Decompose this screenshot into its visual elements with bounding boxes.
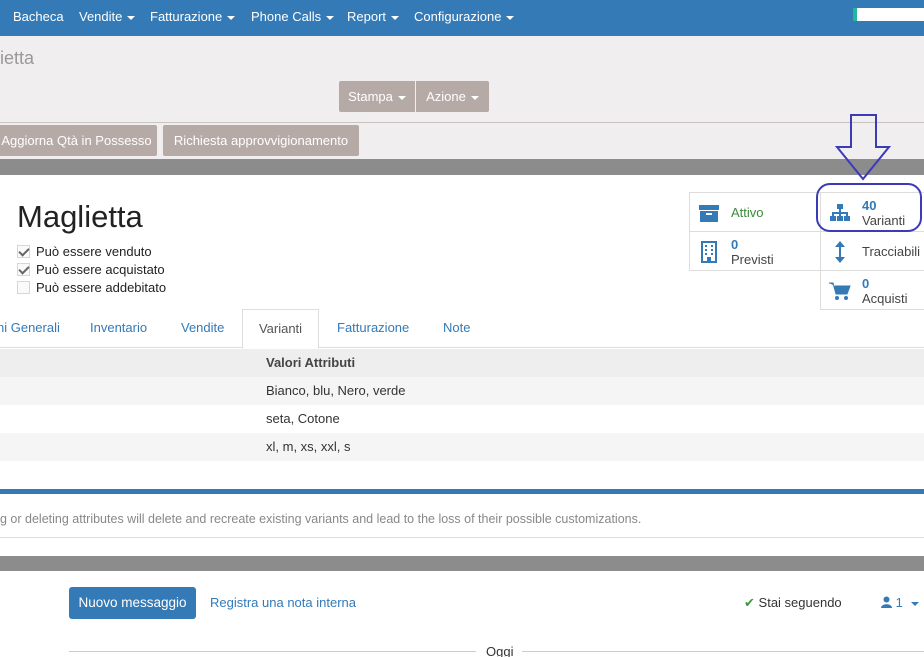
caret-down-icon [227,15,236,20]
table-header: Valori Attributi [0,349,924,377]
divider [0,122,924,123]
print-button[interactable]: Stampa [339,81,415,112]
following-label: Stai seguendo [758,595,842,610]
menu-configurazione[interactable]: Configurazione [414,0,515,36]
sheet-bottom-band [0,556,924,571]
divider [0,537,924,538]
checkbox-can-be-charged[interactable]: Può essere addebitato [17,279,166,297]
menu-label: Phone Calls [251,9,322,24]
caret-down-icon [470,95,479,100]
update-qty-button[interactable]: Aggiorna Qtà in Possesso [0,125,157,156]
log-note-link[interactable]: Registra una nota interna [210,595,356,610]
purchases-smart-button[interactable]: 0 Acquisti [820,270,924,310]
forecast-smart-button[interactable]: 0 Previsti [689,231,821,271]
table-row[interactable]: seta, Cotone [0,405,924,433]
checkbox-label: Può essere venduto [36,244,152,259]
cart-icon [829,282,851,300]
menu-label: Configurazione [414,9,502,24]
variants-warning: g or deleting attributes will delete and… [0,512,642,526]
tab-inventory[interactable]: Inventario [90,320,147,335]
check-icon: ✔ [744,595,755,610]
checkbox-checked[interactable] [17,263,30,276]
following-status[interactable]: ✔ Stai seguendo [744,595,842,611]
caret-down-icon [506,15,515,20]
caret-down-icon [911,601,920,606]
new-message-button[interactable]: Nuovo messaggio [69,587,196,619]
purchases-label: Acquisti [862,291,908,306]
nav-search-input[interactable] [853,8,924,21]
checkbox-can-be-sold[interactable]: Può essere venduto [17,243,152,261]
top-navbar: Bacheca Vendite Fatturazione Phone Calls… [0,0,924,36]
variants-count: 40 [862,198,877,213]
active-toggle-button[interactable]: Attivo [689,192,821,232]
attribute-values-cell: xl, m, xs, xxl, s [266,439,351,454]
attribute-values-cell: seta, Cotone [266,411,340,426]
caret-down-icon [326,15,335,20]
user-icon [881,596,892,608]
menu-label: Report [347,9,387,24]
variants-label: Varianti [862,213,906,228]
tab-general-info[interactable]: ni Generali [0,320,60,335]
menu-label: Bacheca [13,9,64,24]
menu-bacheca[interactable]: Bacheca [13,0,64,36]
tab-notes[interactable]: Note [443,320,470,335]
variants-smart-button[interactable]: 40 Varianti [820,192,924,232]
sheet-top-band [0,159,924,175]
table-row[interactable]: Bianco, blu, Nero, verde [0,377,924,405]
active-label: Attivo [731,205,764,220]
tab-invoicing[interactable]: Fatturazione [337,320,409,335]
print-button-label: Stampa [348,89,393,104]
checkbox-can-be-purchased[interactable]: Può essere acquistato [17,261,165,279]
product-name[interactable]: Maglietta [17,197,143,237]
tab-variants[interactable]: Varianti [242,309,319,349]
caret-down-icon [391,15,400,20]
menu-fatturazione[interactable]: Fatturazione [150,0,236,36]
attribute-values-cell: Bianco, blu, Nero, verde [266,383,406,398]
forecast-count: 0 [731,237,739,252]
today-label: Oggi [486,644,514,657]
archive-icon [699,205,719,222]
menu-label: Fatturazione [150,9,223,24]
today-separator-left [69,651,476,652]
forecast-label: Previsti [731,252,774,267]
traceability-smart-button[interactable]: Tracciabili [820,231,924,271]
action-button[interactable]: Azione [416,81,489,112]
caret-down-icon [127,15,136,20]
breadcrumb[interactable]: ietta [0,48,34,69]
info-bar [0,489,924,494]
sitemap-icon [830,204,850,221]
tab-sales[interactable]: Vendite [181,320,224,335]
today-separator-right [522,651,924,652]
column-header: Valori Attributi [266,355,356,370]
table-row[interactable]: xl, m, xs, xxl, s [0,433,924,461]
arrows-v-icon [835,241,845,263]
caret-down-icon [397,95,406,100]
followers-count: 1 [895,595,903,610]
checkbox-label: Può essere acquistato [36,262,165,277]
traceability-label: Tracciabili [862,244,921,259]
checkbox-unchecked[interactable] [17,281,30,294]
control-panel: ietta Stampa Azione Aggiorna Qtà in Poss… [0,36,924,159]
request-supply-button[interactable]: Richiesta approvvigionamento [163,125,359,156]
checkbox-label: Può essere addebitato [36,280,167,295]
purchases-count: 0 [862,276,870,291]
action-button-label: Azione [426,89,466,104]
menu-vendite[interactable]: Vendite [79,0,136,36]
request-supply-label: Richiesta approvvigionamento [173,133,349,148]
checkbox-checked[interactable] [17,245,30,258]
building-icon [701,241,717,263]
followers-button[interactable]: 1 [881,595,920,610]
tab-bar-line [0,347,924,348]
update-qty-label: Aggiorna Qtà in Possesso [1,133,152,148]
menu-report[interactable]: Report [347,0,400,36]
menu-phone-calls[interactable]: Phone Calls [251,0,335,36]
menu-label: Vendite [79,9,123,24]
